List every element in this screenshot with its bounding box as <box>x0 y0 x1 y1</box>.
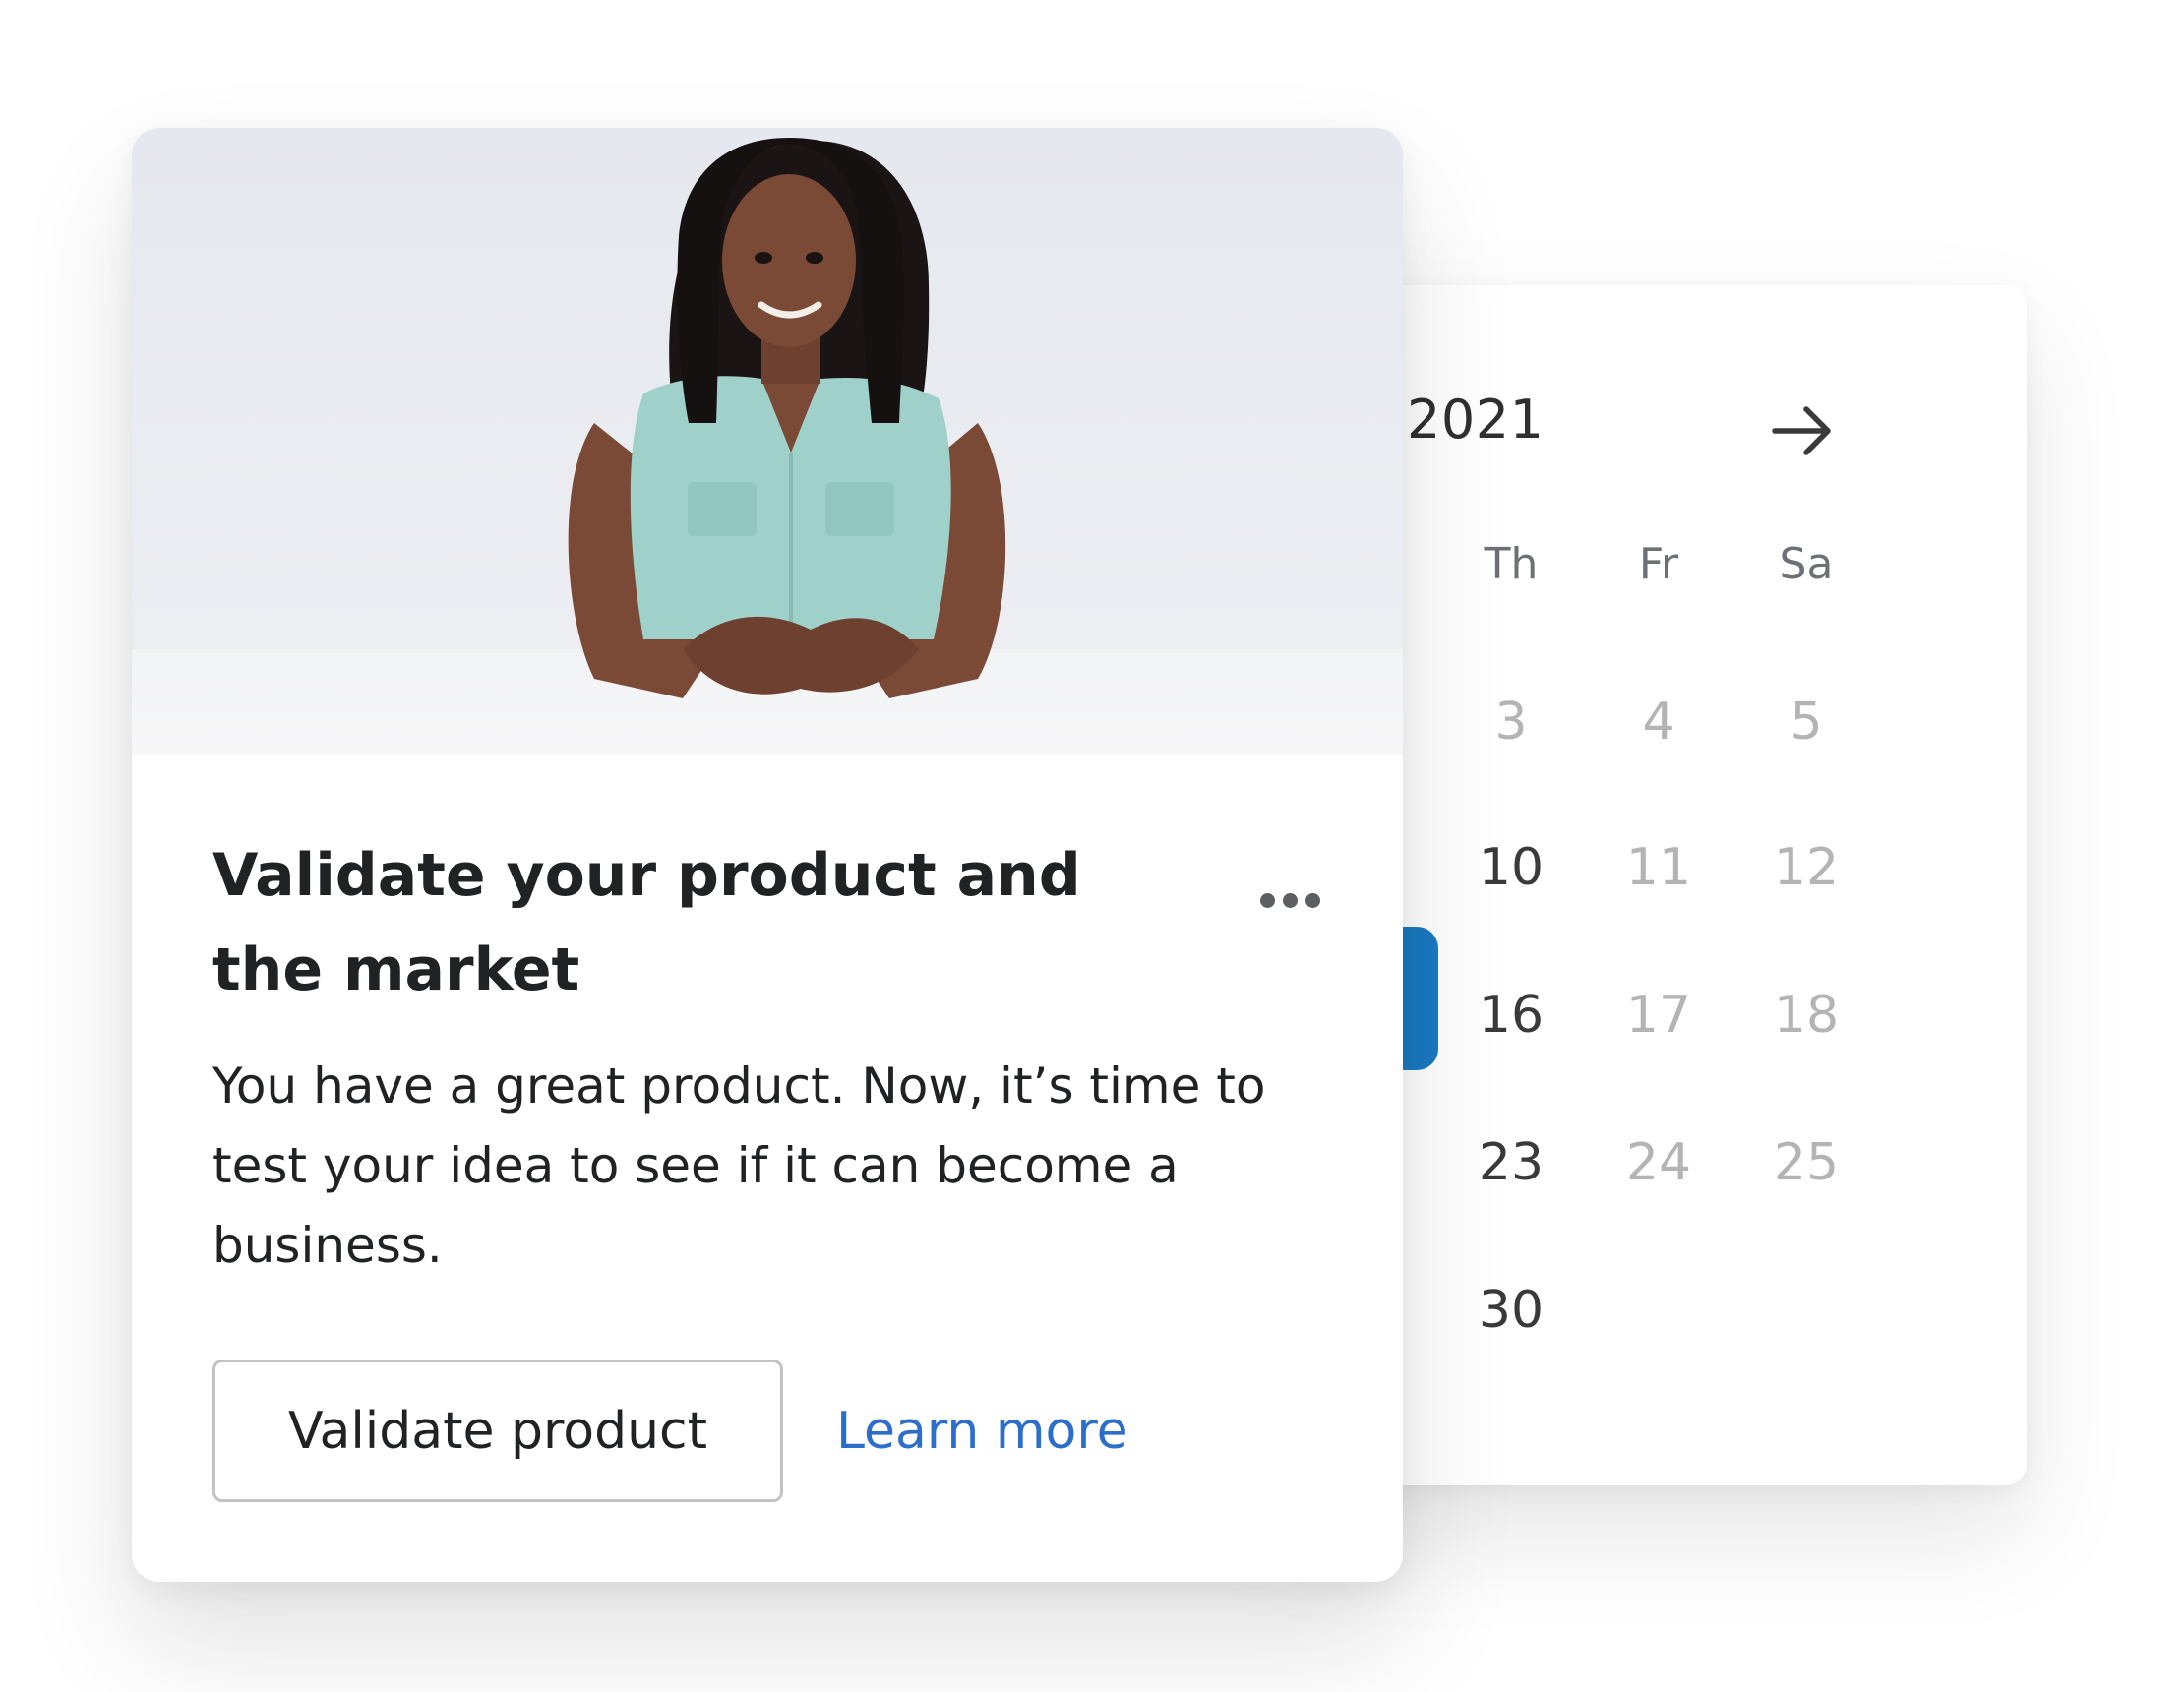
arrow-right-icon <box>1772 406 1831 455</box>
calendar-day[interactable]: 30 <box>1457 1285 1565 1336</box>
calendar-day[interactable]: 4 <box>1605 696 1713 748</box>
horizontal-dots-icon <box>1256 892 1324 908</box>
calendar-day[interactable]: 3 <box>1457 696 1565 748</box>
validate-product-button[interactable]: Validate product <box>212 1360 783 1502</box>
learn-more-link[interactable]: Learn more <box>836 1399 1128 1464</box>
calendar-day[interactable]: 12 <box>1752 842 1860 893</box>
weekday-header: Th <box>1484 539 1539 589</box>
calendar-day[interactable]: 18 <box>1752 990 1860 1041</box>
weekday-header: Sa <box>1779 539 1834 589</box>
card-title: Validate your product and the market <box>212 841 1081 1004</box>
hero-image <box>132 128 1403 755</box>
content-card: Validate your product and the market You… <box>132 128 1403 1582</box>
calendar-day[interactable]: 25 <box>1752 1137 1860 1188</box>
calendar-day[interactable]: 10 <box>1457 842 1565 893</box>
person-portrait-image <box>132 128 1403 755</box>
calendar-year: 2021 <box>1407 389 1545 451</box>
next-month-button[interactable] <box>1767 395 1838 466</box>
weekday-header: Fr <box>1638 539 1679 589</box>
calendar-day[interactable]: 17 <box>1605 990 1713 1041</box>
calendar-day[interactable]: 16 <box>1457 990 1565 1041</box>
calendar-day[interactable]: 23 <box>1457 1137 1565 1188</box>
calendar-day[interactable]: 5 <box>1752 696 1860 748</box>
calendar-day[interactable]: 24 <box>1605 1137 1713 1188</box>
card-description: You have a great product. Now, it’s time… <box>212 1058 1266 1274</box>
more-actions-button[interactable] <box>1245 856 1334 944</box>
calendar-day[interactable]: 11 <box>1605 842 1713 893</box>
